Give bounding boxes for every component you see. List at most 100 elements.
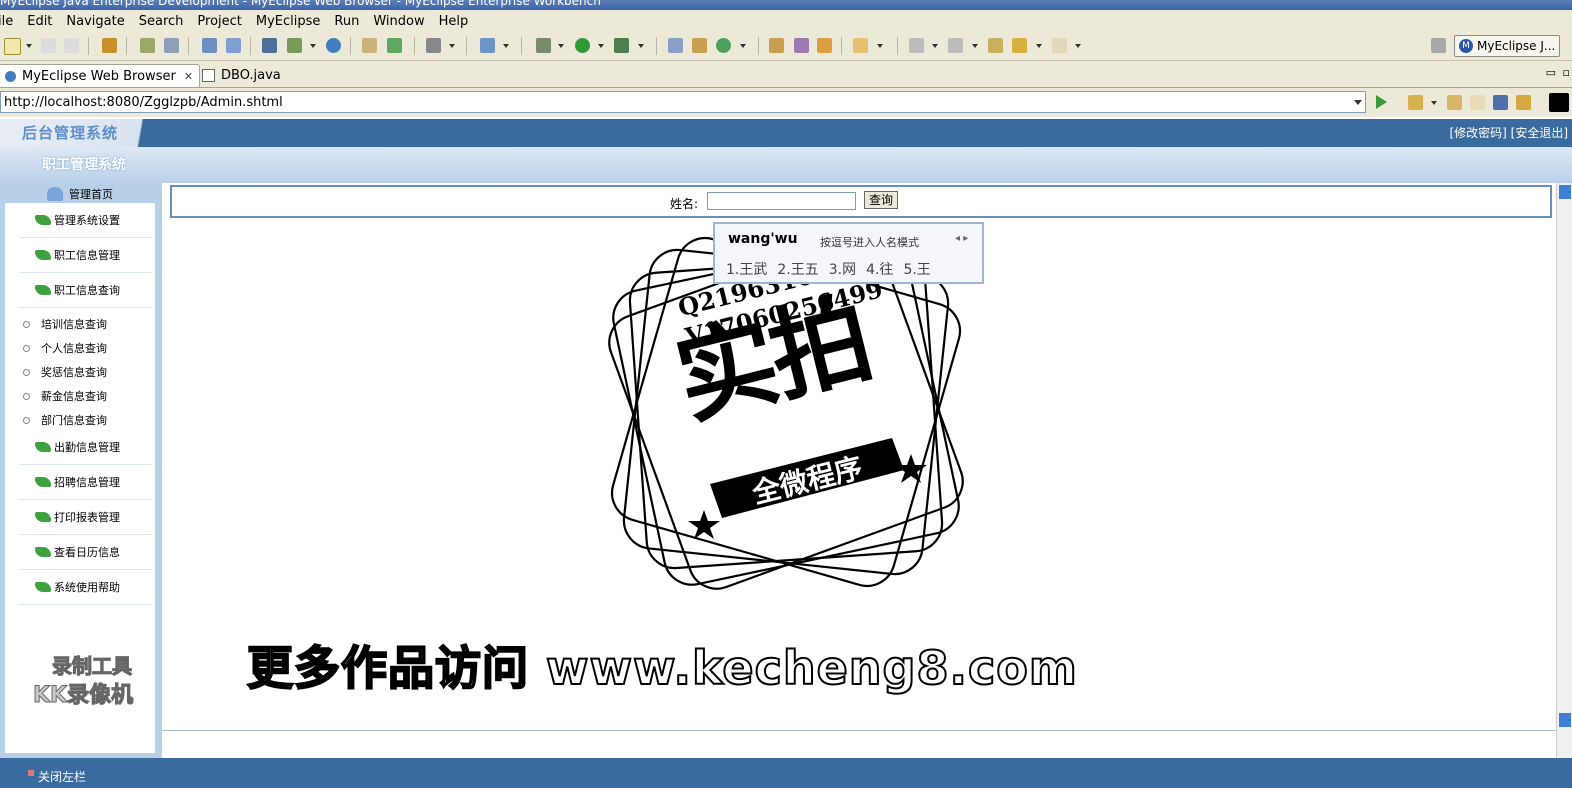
- previous-annotation-dropdown-icon[interactable]: [972, 44, 978, 48]
- nav-report-printing[interactable]: 打印报表管理: [19, 500, 152, 535]
- nav-home[interactable]: 管理首页: [47, 186, 113, 202]
- new-icon[interactable]: [4, 38, 21, 55]
- bullet-icon: [23, 392, 30, 400]
- save-icon[interactable]: [41, 38, 56, 53]
- run-dropdown-icon[interactable]: [598, 44, 604, 48]
- ime-candidate[interactable]: 1.王武: [726, 259, 767, 279]
- forward-arrow-icon[interactable]: [1052, 38, 1067, 53]
- server-icon[interactable]: [164, 38, 179, 53]
- ime-candidate[interactable]: 5.王: [903, 259, 930, 279]
- minimize-icon[interactable]: ▭: [1546, 66, 1556, 79]
- menu-run[interactable]: Run: [327, 14, 366, 29]
- ime-candidate[interactable]: 3.网: [829, 259, 856, 279]
- last-edit-icon[interactable]: [988, 38, 1003, 53]
- nav-help[interactable]: 系统使用帮助: [19, 570, 152, 605]
- nav-employee-query[interactable]: 职工信息查询: [19, 273, 152, 308]
- subnav-label: 培训信息查询: [41, 318, 107, 331]
- deploy-icon[interactable]: [202, 38, 217, 53]
- print-icon[interactable]: [64, 38, 79, 53]
- external-tools-icon[interactable]: [614, 38, 629, 53]
- tab-dbo-java[interactable]: DBO.java: [196, 64, 287, 86]
- maximize-icon[interactable]: ▫: [1563, 66, 1570, 79]
- query-button[interactable]: 查询: [864, 191, 898, 209]
- refresh-dropdown-icon[interactable]: [740, 44, 746, 48]
- new-wizard-dropdown-icon[interactable]: [503, 44, 509, 48]
- subnav-salary-query[interactable]: 薪金信息查询: [23, 388, 107, 404]
- new-wizard-icon[interactable]: [480, 38, 495, 53]
- forward-dropdown-icon[interactable]: [1075, 44, 1081, 48]
- ime-page-arrows-icon[interactable]: ◂ ▸: [955, 233, 968, 244]
- nav-attendance-management[interactable]: 出勤信息管理: [19, 430, 152, 465]
- camera-icon[interactable]: [426, 38, 441, 53]
- menu-window[interactable]: Window: [366, 14, 431, 29]
- scroll-down-icon[interactable]: [1559, 713, 1571, 727]
- clipboard-icon[interactable]: [362, 38, 377, 53]
- external-tools-dropdown-icon[interactable]: [638, 44, 644, 48]
- new-project-icon[interactable]: [668, 38, 683, 53]
- back-dropdown-icon[interactable]: [1036, 44, 1042, 48]
- stop-icon[interactable]: [1493, 95, 1508, 110]
- favorites-dropdown-icon[interactable]: [1431, 101, 1437, 105]
- refresh-icon[interactable]: [716, 38, 731, 53]
- browser-extra-icon[interactable]: [1549, 93, 1569, 112]
- menu-project[interactable]: Project: [190, 14, 248, 29]
- camera-dropdown-icon[interactable]: [449, 44, 455, 48]
- ime-candidate[interactable]: 2.王五: [777, 259, 818, 279]
- edit-pencil-icon[interactable]: [794, 38, 809, 53]
- next-annotation-dropdown-icon[interactable]: [932, 44, 938, 48]
- nav-employee-management[interactable]: 职工信息管理: [19, 238, 152, 273]
- debug-icon[interactable]: [536, 38, 551, 53]
- menu-file[interactable]: ile: [0, 14, 20, 29]
- undeploy-icon[interactable]: [226, 38, 241, 53]
- subnav-department-query[interactable]: 部门信息查询: [23, 412, 107, 428]
- close-icon[interactable]: ✕: [184, 70, 193, 83]
- nav-system-settings[interactable]: 管理系统设置: [19, 203, 152, 238]
- nav-recruitment-management[interactable]: 招聘信息管理: [19, 465, 152, 500]
- package-icon[interactable]: [102, 38, 117, 53]
- subnav-personal-query[interactable]: 个人信息查询: [23, 340, 107, 356]
- menu-navigate[interactable]: Navigate: [59, 14, 131, 29]
- open-file-dropdown-icon[interactable]: [877, 44, 883, 48]
- menu-help[interactable]: Help: [432, 14, 476, 29]
- favorites-icon[interactable]: [1408, 95, 1423, 110]
- back-arrow-icon[interactable]: [1012, 38, 1027, 53]
- subnav-training-query[interactable]: 培训信息查询: [23, 316, 107, 332]
- right-scroll-strip[interactable]: [1556, 183, 1572, 758]
- open-perspective-icon[interactable]: [1431, 38, 1446, 53]
- browser-refresh-icon[interactable]: [1516, 95, 1531, 110]
- globe-icon[interactable]: [326, 38, 341, 53]
- run-icon[interactable]: [575, 38, 590, 53]
- subnav-reward-query[interactable]: 奖惩信息查询: [23, 364, 107, 380]
- previous-annotation-icon[interactable]: [948, 38, 963, 53]
- url-dropdown-icon[interactable]: [1354, 100, 1362, 105]
- menu-edit[interactable]: Edit: [20, 14, 59, 29]
- url-input[interactable]: http://localhost:8080/Zgglzpb/Admin.shtm…: [0, 91, 1366, 113]
- menu-myeclipse[interactable]: MyEclipse: [249, 14, 328, 29]
- tab-myeclipse-web-browser[interactable]: MyEclipse Web Browser ✕: [0, 64, 201, 87]
- open-type-icon[interactable]: [287, 38, 302, 53]
- go-icon[interactable]: [1376, 95, 1387, 109]
- scroll-up-icon[interactable]: [1559, 185, 1571, 199]
- name-search-input[interactable]: [707, 192, 856, 210]
- browser-forward-icon[interactable]: [1470, 95, 1485, 110]
- browser-back-icon[interactable]: [1447, 95, 1462, 110]
- hierarchy-icon[interactable]: [262, 38, 277, 53]
- debug-bug-icon[interactable]: [140, 38, 155, 53]
- perspective-button[interactable]: M MyEclipse J...: [1454, 35, 1560, 57]
- open-file-icon[interactable]: [853, 38, 868, 53]
- debug-dropdown-icon[interactable]: [558, 44, 564, 48]
- system-title: 职工管理系统: [42, 157, 126, 173]
- new-class-icon[interactable]: [692, 38, 707, 53]
- menubar: ile Edit Navigate Search Project MyEclip…: [0, 10, 1572, 32]
- new-dropdown-icon[interactable]: [26, 44, 32, 48]
- add-icon[interactable]: [387, 38, 402, 53]
- header-links[interactable]: [修改密码] [安全退出]: [1449, 124, 1568, 141]
- open-folder-icon[interactable]: [769, 38, 784, 53]
- open-type-dropdown-icon[interactable]: [310, 44, 316, 48]
- menu-search[interactable]: Search: [132, 14, 191, 29]
- nav-calendar[interactable]: 查看日历信息: [19, 535, 152, 570]
- open-resource-icon[interactable]: [817, 38, 832, 53]
- ime-candidate[interactable]: 4.往: [866, 259, 893, 279]
- next-annotation-icon[interactable]: [909, 38, 924, 53]
- close-left-panel-link[interactable]: 关闭左栏: [38, 768, 86, 785]
